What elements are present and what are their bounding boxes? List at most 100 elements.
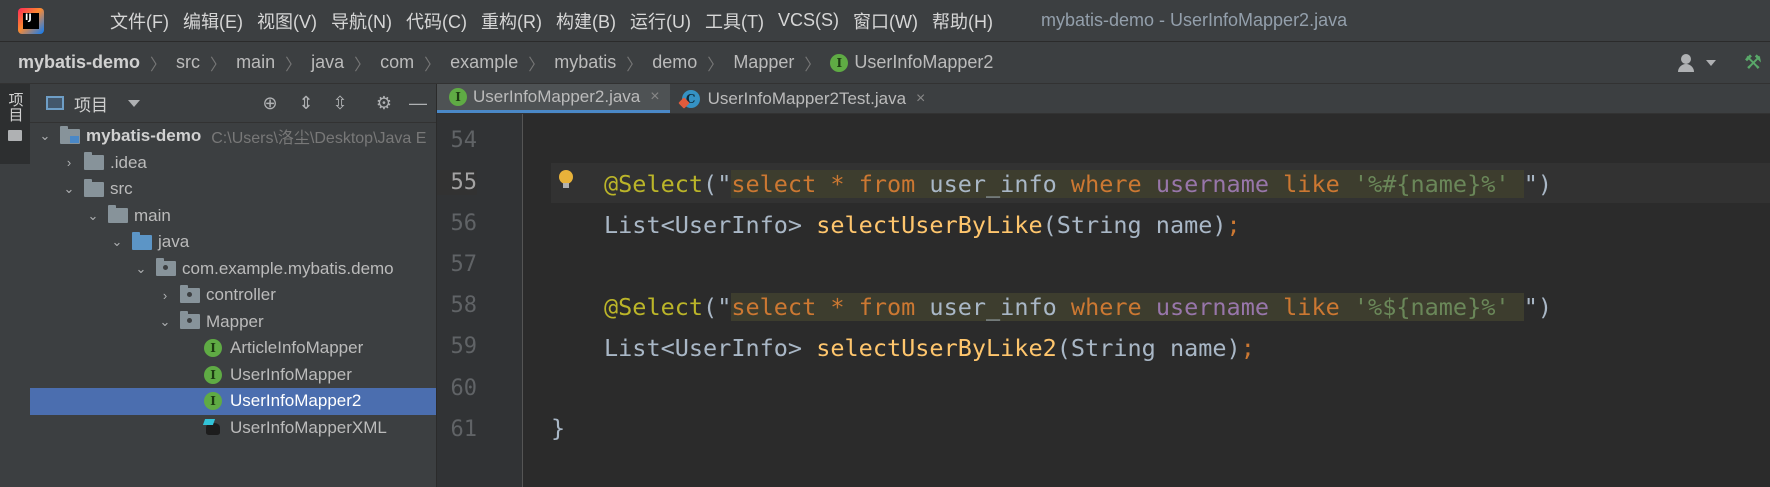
- project-folder-icon: [60, 125, 80, 144]
- code-line-58: @Select("select * from user_info where u…: [604, 287, 1552, 327]
- tree-label: UserInfoMapperXML: [230, 417, 387, 437]
- sql-column: username: [1141, 293, 1284, 321]
- tree-row-controller[interactable]: › controller: [30, 282, 436, 309]
- breadcrumb-mapper[interactable]: Mapper: [733, 52, 794, 73]
- tree-row-java[interactable]: ⌄ java: [30, 229, 436, 256]
- sql-column: username: [1141, 170, 1284, 198]
- tab-userinfomapper2[interactable]: I UserInfoMapper2.java ×: [437, 84, 670, 113]
- line-number-gutter[interactable]: 54 55 56 57 58 59 60 61: [437, 114, 523, 487]
- chevron-down-icon[interactable]: ⌄: [108, 234, 126, 250]
- user-icon[interactable]: [1678, 54, 1700, 72]
- package-icon: [180, 284, 200, 303]
- interface-icon: I: [204, 339, 222, 358]
- collapse-all-icon[interactable]: ⇳: [330, 93, 350, 113]
- expand-all-icon[interactable]: ⇕: [296, 93, 316, 113]
- menu-navigate[interactable]: 导航(N): [331, 8, 392, 34]
- breadcrumb-file-label: UserInfoMapper2: [854, 52, 994, 72]
- code-semicolon: ;: [1240, 334, 1255, 362]
- tree-row-userinfomapperxml[interactable]: UserInfoMapperXML: [30, 415, 436, 442]
- source-folder-icon: [132, 231, 152, 250]
- tree-label: UserInfoMapper: [230, 364, 352, 384]
- breadcrumb-project[interactable]: mybatis-demo: [18, 52, 140, 73]
- closing-brace: }: [551, 414, 566, 442]
- breadcrumb-src[interactable]: src: [176, 52, 200, 73]
- menu-code[interactable]: 代码(C): [406, 8, 467, 34]
- intellij-logo-icon[interactable]: IJ: [18, 7, 44, 34]
- breadcrumb-separator-icon: 〉: [354, 56, 371, 74]
- breadcrumb-main[interactable]: main: [236, 52, 275, 73]
- code-token: (": [703, 170, 732, 198]
- breadcrumb-separator-icon: 〉: [285, 56, 302, 74]
- menu-refactor[interactable]: 重构(R): [481, 8, 542, 34]
- fold-column[interactable]: [523, 114, 551, 487]
- tree-row-package[interactable]: ⌄ com.example.mybatis.demo: [30, 256, 436, 283]
- folder-icon: [84, 152, 104, 171]
- tree-row-articleinfomapper[interactable]: I ArticleInfoMapper: [30, 335, 436, 362]
- menu-vcs[interactable]: VCS(S): [778, 10, 839, 31]
- hide-panel-icon[interactable]: —: [408, 93, 428, 113]
- breadcrumb-com[interactable]: com: [380, 52, 414, 73]
- breadcrumb-example[interactable]: example: [450, 52, 518, 73]
- tree-row-mapper[interactable]: ⌄ Mapper: [30, 309, 436, 336]
- package-icon: [156, 258, 176, 277]
- line-number: 58: [450, 293, 478, 318]
- menu-window[interactable]: 窗口(W): [853, 8, 918, 34]
- chevron-down-icon[interactable]: ⌄: [156, 314, 174, 330]
- method-name: selectUserByLike: [816, 211, 1043, 239]
- tree-label: controller: [206, 285, 276, 305]
- project-tree: ⌄ mybatis-demo C:\Users\洛尘\Desktop\Java …: [30, 123, 436, 441]
- tree-row-main[interactable]: ⌄ main: [30, 203, 436, 230]
- menu-file[interactable]: 文件(F): [110, 8, 169, 34]
- chevron-down-icon[interactable]: ⌄: [132, 261, 150, 277]
- code-params: (String name): [1056, 334, 1241, 362]
- gear-icon[interactable]: ⚙: [374, 93, 394, 113]
- breadcrumb-separator-icon: 〉: [150, 56, 167, 74]
- tree-label: mybatis-demo: [86, 126, 202, 146]
- project-tool-button[interactable]: 项目: [0, 84, 30, 164]
- tree-row-src[interactable]: ⌄ src: [30, 176, 436, 203]
- code-semicolon: ;: [1226, 211, 1241, 239]
- chevron-down-icon[interactable]: ⌄: [84, 208, 102, 224]
- line-number: 61: [450, 417, 478, 442]
- build-hammer-icon[interactable]: ⚒: [1744, 52, 1766, 74]
- chevron-down-icon[interactable]: [128, 99, 140, 107]
- breadcrumb-separator-icon: 〉: [210, 56, 227, 74]
- menu-edit[interactable]: 编辑(E): [183, 8, 243, 34]
- tree-row-idea[interactable]: › .idea: [30, 150, 436, 177]
- tree-label: java: [158, 232, 190, 252]
- sql-keyword: select: [731, 170, 817, 198]
- close-icon[interactable]: ×: [916, 90, 925, 108]
- code-editor[interactable]: @Select("select * from user_info where u…: [551, 114, 1770, 487]
- breadcrumb-demo[interactable]: demo: [652, 52, 697, 73]
- menu-tools[interactable]: 工具(T): [705, 8, 764, 34]
- chevron-down-icon[interactable]: [1706, 60, 1716, 66]
- tree-label: Mapper: [206, 311, 264, 331]
- close-icon[interactable]: ×: [650, 88, 659, 106]
- code-type: List<UserInfo>: [604, 334, 817, 362]
- annotation: @Select: [604, 293, 704, 321]
- breadcrumb-mybatis[interactable]: mybatis: [554, 52, 616, 73]
- package-icon: [180, 311, 200, 330]
- breadcrumb-separator-icon: 〉: [424, 56, 441, 74]
- tree-row-userinfomapper2[interactable]: I UserInfoMapper2: [30, 388, 436, 415]
- folder-icon: [84, 178, 104, 197]
- tab-userinfomapper2test[interactable]: C UserInfoMapper2Test.java ×: [670, 84, 936, 113]
- menu-build[interactable]: 构建(B): [556, 8, 616, 34]
- code-type: List<UserInfo>: [604, 211, 817, 239]
- menu-view[interactable]: 视图(V): [257, 8, 317, 34]
- locate-file-icon[interactable]: ⊕: [260, 93, 280, 113]
- tree-row-userinfomapper[interactable]: I UserInfoMapper: [30, 362, 436, 389]
- menu-help[interactable]: 帮助(H): [932, 8, 993, 34]
- chevron-right-icon[interactable]: ›: [60, 155, 78, 170]
- breadcrumb-java[interactable]: java: [311, 52, 344, 73]
- sql-keyword: select: [731, 293, 817, 321]
- chevron-right-icon[interactable]: ›: [156, 288, 174, 303]
- menu-run[interactable]: 运行(U): [630, 8, 691, 34]
- project-path-hint: C:\Users\洛尘\Desktop\Java E: [211, 130, 427, 148]
- tree-row-mybatis-demo[interactable]: ⌄ mybatis-demo C:\Users\洛尘\Desktop\Java …: [30, 123, 436, 150]
- chevron-down-icon[interactable]: ⌄: [60, 181, 78, 197]
- interface-icon: I: [449, 88, 467, 106]
- chevron-down-icon[interactable]: ⌄: [36, 128, 54, 144]
- breadcrumb-file[interactable]: I UserInfoMapper2: [830, 52, 993, 73]
- project-panel-title[interactable]: 项目: [74, 91, 108, 116]
